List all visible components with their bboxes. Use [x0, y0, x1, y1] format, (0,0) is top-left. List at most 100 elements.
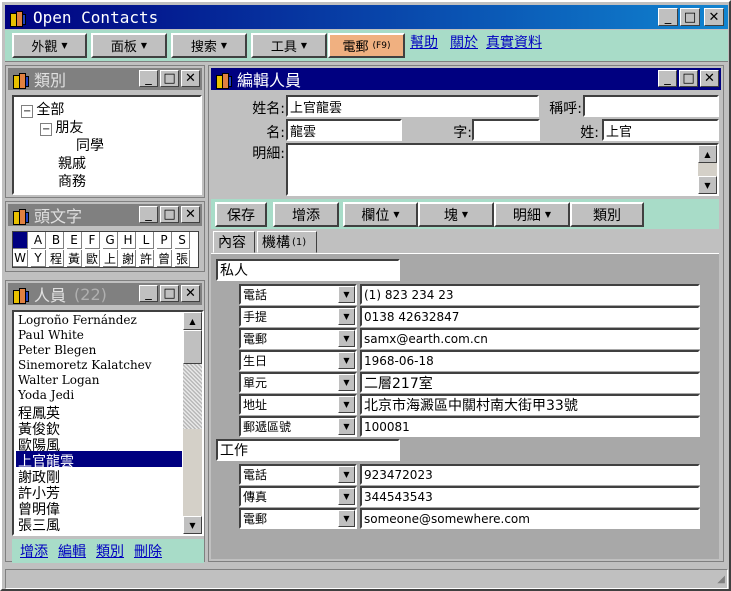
initial-cell[interactable]: F — [85, 232, 100, 249]
tree-node-friends[interactable]: − 朋友 — [40, 117, 83, 137]
close-icon[interactable]: ✕ — [181, 70, 200, 87]
real-data-link[interactable]: 真實資料 — [486, 32, 542, 52]
tree-node-relatives[interactable]: 親戚 — [58, 153, 86, 173]
dropdown-arrow-icon[interactable]: ▼ — [338, 308, 355, 325]
minimize-icon[interactable]: _ — [658, 70, 677, 87]
collapse-icon[interactable]: − — [40, 123, 53, 136]
email-button[interactable]: 電郵 (F9) — [328, 33, 405, 58]
dropdown-arrow-icon[interactable]: ▼ — [338, 396, 355, 413]
initial-cell[interactable]: 謝 — [121, 250, 136, 267]
close-icon[interactable]: ✕ — [181, 285, 200, 302]
full-name-field[interactable]: 上官龍雲 — [286, 95, 539, 117]
scroll-up-icon[interactable]: ▲ — [183, 312, 202, 330]
list-item[interactable]: 曾明偉 — [18, 499, 60, 518]
blocks-dropdown-button[interactable]: 塊 ▼ — [418, 202, 494, 227]
list-item[interactable]: Yoda Jedi — [18, 388, 74, 403]
close-icon[interactable]: ✕ — [700, 70, 719, 87]
tree-node-classmates[interactable]: 同學 — [76, 135, 104, 155]
salutation-field[interactable] — [583, 95, 719, 117]
initial-cell[interactable]: 程 — [49, 250, 64, 267]
list-item-selected[interactable]: 上官龍雲 — [16, 451, 182, 470]
work-phone-field[interactable]: 923472023 — [360, 464, 700, 485]
fields-dropdown-button[interactable]: 欄位 ▼ — [343, 202, 418, 227]
menu-search-button[interactable]: 搜索 ▼ — [171, 33, 247, 58]
close-icon[interactable]: ✕ — [704, 8, 724, 26]
field-type-select[interactable]: 手提 ▼ — [239, 306, 357, 327]
postal-code-field[interactable]: 100081 — [360, 416, 700, 437]
address-field[interactable]: 北京市海澱區中關村南大街甲33號 — [360, 394, 700, 415]
initial-cell[interactable]: E — [67, 232, 82, 249]
dropdown-arrow-icon[interactable]: ▼ — [338, 418, 355, 435]
people-scrollbar[interactable]: ▲ ▼ — [183, 312, 202, 534]
initial-cell[interactable]: S — [175, 232, 190, 249]
minimize-icon[interactable]: _ — [658, 8, 678, 26]
initial-cell[interactable]: 張 — [175, 250, 190, 267]
initial-cell[interactable]: 上 — [103, 250, 118, 267]
scroll-track[interactable] — [183, 364, 202, 429]
list-item[interactable]: 黃俊欽 — [18, 419, 60, 438]
add-person-link[interactable]: 增添 — [20, 541, 48, 561]
maximize-icon[interactable]: □ — [679, 70, 698, 87]
list-item[interactable]: 程鳳英 — [18, 403, 60, 422]
menu-panels-button[interactable]: 面板 ▼ — [91, 33, 167, 58]
list-item[interactable]: Walter Logan — [18, 373, 100, 388]
dropdown-arrow-icon[interactable]: ▼ — [338, 488, 355, 505]
scroll-up-icon[interactable]: ▲ — [698, 145, 717, 163]
initial-cell[interactable]: Y — [31, 250, 46, 267]
scroll-thumb[interactable] — [183, 330, 202, 364]
initial-cell[interactable]: G — [103, 232, 118, 249]
list-item[interactable]: 歐陽風 — [18, 435, 60, 454]
tab-content[interactable]: 內容 — [213, 231, 255, 253]
initial-cell[interactable]: H — [121, 232, 136, 249]
field-type-select[interactable]: 傳真 ▼ — [239, 486, 357, 507]
save-button[interactable]: 保存 — [215, 202, 267, 227]
dropdown-arrow-icon[interactable]: ▼ — [338, 352, 355, 369]
field-type-select[interactable]: 地址 ▼ — [239, 394, 357, 415]
initial-cell[interactable]: 許 — [139, 250, 154, 267]
add-button[interactable]: 增添 — [273, 202, 339, 227]
tab-organization[interactable]: 機構 (1) — [257, 231, 317, 253]
dropdown-arrow-icon[interactable]: ▼ — [338, 466, 355, 483]
initial-cell[interactable] — [13, 232, 28, 249]
list-item[interactable]: 張三風 — [18, 515, 60, 534]
initial-cell[interactable]: 曾 — [157, 250, 172, 267]
field-type-select[interactable]: 電郵 ▼ — [239, 328, 357, 349]
initial-cell[interactable]: W — [13, 250, 28, 267]
edit-person-link[interactable]: 編輯 — [58, 541, 86, 561]
about-link[interactable]: 關於 — [450, 32, 478, 52]
minimize-icon[interactable]: _ — [139, 285, 158, 302]
tree-node-business[interactable]: 商務 — [58, 171, 86, 191]
email-field[interactable]: samx@earth.com.cn — [360, 328, 700, 349]
close-icon[interactable]: ✕ — [181, 206, 200, 223]
list-item[interactable]: Peter Blegen — [18, 343, 96, 358]
notes-scrollbar[interactable]: ▲ ▼ — [698, 145, 717, 194]
list-item[interactable]: 許小芳 — [18, 483, 60, 502]
dropdown-arrow-icon[interactable]: ▼ — [338, 286, 355, 303]
minimize-icon[interactable]: _ — [139, 70, 158, 87]
initial-cell[interactable]: A — [31, 232, 46, 249]
courtesy-name-field[interactable] — [472, 119, 540, 141]
collapse-icon[interactable]: − — [21, 105, 34, 118]
work-fax-field[interactable]: 344543543 — [360, 486, 700, 507]
unit-field[interactable]: 二層217室 — [360, 372, 700, 393]
list-item[interactable]: Paul White — [18, 328, 84, 343]
birthday-field[interactable]: 1968-06-18 — [360, 350, 700, 371]
minimize-icon[interactable]: _ — [139, 206, 158, 223]
initial-cell[interactable]: 黃 — [67, 250, 82, 267]
tree-node-all[interactable]: − 全部 — [21, 99, 64, 119]
field-type-select[interactable]: 郵遞區號 ▼ — [239, 416, 357, 437]
delete-person-link[interactable]: 刪除 — [134, 541, 162, 561]
phone-field[interactable]: (1) 823 234 23 — [360, 284, 700, 305]
scroll-down-icon[interactable]: ▼ — [698, 176, 717, 194]
scroll-down-icon[interactable]: ▼ — [183, 516, 202, 534]
section-header-work[interactable]: 工作 — [216, 439, 400, 461]
resize-grip-icon[interactable]: ◢ — [717, 574, 725, 585]
dropdown-arrow-icon[interactable]: ▼ — [338, 374, 355, 391]
family-name-field[interactable]: 上官 — [602, 119, 719, 141]
field-type-select[interactable]: 生日 ▼ — [239, 350, 357, 371]
initial-cell[interactable]: 歐 — [85, 250, 100, 267]
menu-tools-button[interactable]: 工具 ▼ — [251, 33, 327, 58]
details-dropdown-button[interactable]: 明細 ▼ — [494, 202, 570, 227]
given-name-field[interactable]: 龍雲 — [286, 119, 402, 141]
notes-field[interactable] — [286, 143, 719, 196]
